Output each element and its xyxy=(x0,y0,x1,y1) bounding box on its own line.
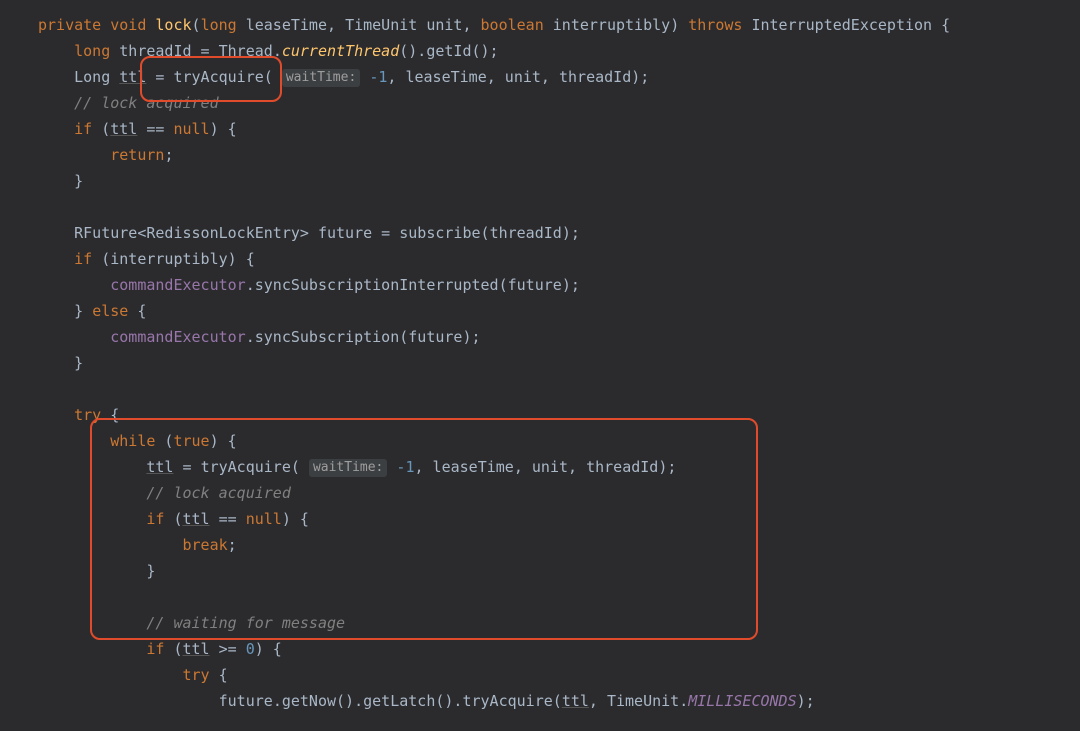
num-neg1b: -1 xyxy=(396,458,414,476)
method-currentThread: currentThread xyxy=(282,42,399,60)
var-ttl6: ttl xyxy=(562,692,589,710)
method-syncSubInt: syncSubscriptionInterrupted xyxy=(255,276,499,294)
method-lock: lock xyxy=(155,16,191,34)
arg-unit: unit xyxy=(505,68,541,86)
kw-else: else xyxy=(92,302,128,320)
var-interruptibly: interruptibly xyxy=(110,250,227,268)
kw-if: if xyxy=(74,120,92,138)
method-tryAcquire: tryAcquire xyxy=(173,68,263,86)
kw-return: return xyxy=(110,146,164,164)
var-ttl2: ttl xyxy=(110,120,137,138)
var-ttl3: ttl xyxy=(146,458,173,476)
method-tryAcquire3: tryAcquire xyxy=(462,692,552,710)
kw-throws: throws xyxy=(688,16,742,34)
const-MILLISECONDS: MILLISECONDS xyxy=(688,692,796,710)
kw-if3: if xyxy=(146,510,164,528)
method-syncSub: syncSubscription xyxy=(255,328,400,346)
kw-while: while xyxy=(110,432,155,450)
kw-if2: if xyxy=(74,250,92,268)
kw-try2: try xyxy=(183,666,210,684)
kw-null: null xyxy=(173,120,209,138)
type-long: long xyxy=(201,16,237,34)
method-getLatch: getLatch xyxy=(363,692,435,710)
var-future: future xyxy=(318,224,372,242)
arg-threadId: threadId xyxy=(559,68,631,86)
num-neg1: -1 xyxy=(369,68,387,86)
class-Thread: Thread xyxy=(219,42,273,60)
type-InterruptedException: InterruptedException xyxy=(751,16,932,34)
arg-threadId2: threadId xyxy=(490,224,562,242)
param-leaseTime: leaseTime xyxy=(246,16,327,34)
arg-leaseTime: leaseTime xyxy=(405,68,486,86)
arg-future: future xyxy=(508,276,562,294)
kw-null2: null xyxy=(246,510,282,528)
field-commandExecutor: commandExecutor xyxy=(110,276,245,294)
method-subscribe: subscribe xyxy=(399,224,480,242)
kw-try: try xyxy=(74,406,101,424)
type-RedissonLockEntry: RedissonLockEntry xyxy=(146,224,300,242)
comment-lock-acquired2: // lock acquired xyxy=(146,484,291,502)
class-TimeUnit: TimeUnit xyxy=(607,692,679,710)
hint-waitTime2: waitTime: xyxy=(309,459,387,477)
type-long2: long xyxy=(74,42,110,60)
method-tryAcquire2: tryAcquire xyxy=(201,458,291,476)
type-boolean: boolean xyxy=(481,16,544,34)
method-getNow: getNow xyxy=(282,692,336,710)
arg-future2: future xyxy=(408,328,462,346)
kw-private: private xyxy=(38,16,101,34)
arg-unit2: unit xyxy=(532,458,568,476)
num-0: 0 xyxy=(246,640,255,658)
code-block: private void lock(long leaseTime, TimeUn… xyxy=(0,0,1080,714)
var-threadId: threadId xyxy=(119,42,191,60)
var-ttl4: ttl xyxy=(183,510,210,528)
comment-lock-acquired: // lock acquired xyxy=(74,94,219,112)
param-unit: unit xyxy=(426,16,462,34)
hint-waitTime: waitTime: xyxy=(282,69,360,87)
method-getId: getId xyxy=(426,42,471,60)
arg-leaseTime2: leaseTime xyxy=(433,458,514,476)
var-future2: future xyxy=(219,692,273,710)
comment-waiting: // waiting for message xyxy=(146,614,345,632)
kw-break: break xyxy=(183,536,228,554)
kw-true: true xyxy=(173,432,209,450)
var-ttl5: ttl xyxy=(183,640,210,658)
param-interruptibly: interruptibly xyxy=(553,16,670,34)
type-Long: Long xyxy=(74,68,110,86)
kw-void: void xyxy=(110,16,146,34)
kw-if4: if xyxy=(146,640,164,658)
type-TimeUnit: TimeUnit xyxy=(345,16,417,34)
field-commandExecutor2: commandExecutor xyxy=(110,328,245,346)
type-RFuture: RFuture xyxy=(74,224,137,242)
var-ttl: ttl xyxy=(119,68,146,86)
arg-threadId3: threadId xyxy=(586,458,658,476)
